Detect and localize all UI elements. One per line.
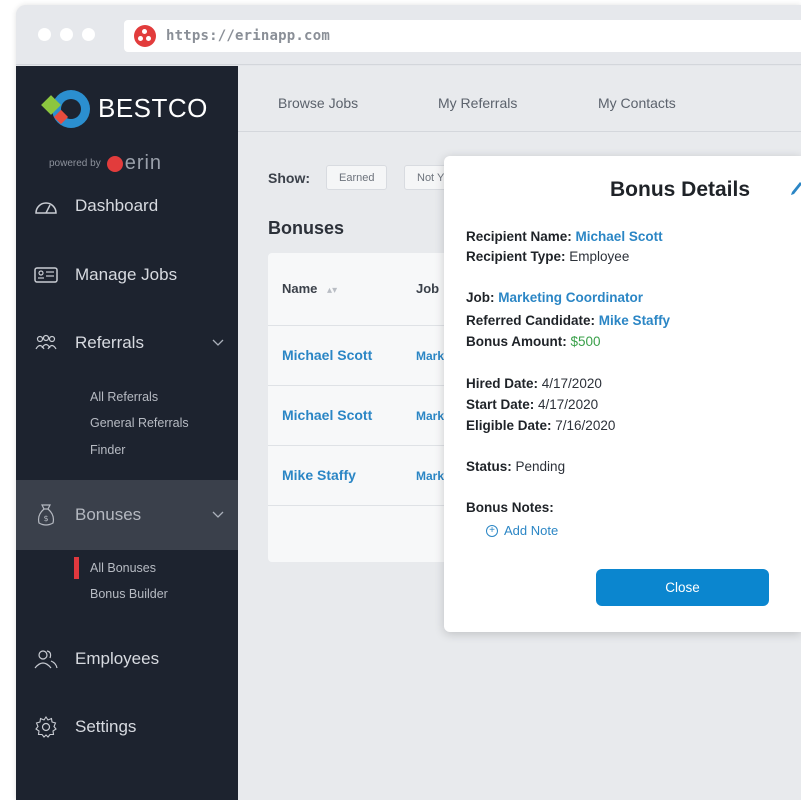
sidebar: BESTCO powered by erin Dashboard Manage … — [16, 66, 238, 800]
hired-date-value: 4/17/2020 — [541, 376, 602, 391]
filter-chip-earned[interactable]: Earned — [326, 165, 388, 190]
tab-browse-jobs[interactable]: Browse Jobs — [278, 95, 358, 111]
bonus-amount-field: Bonus Amount: $500 — [466, 334, 601, 349]
status-field: Status: Pending — [466, 459, 565, 474]
cell-job[interactable]: Mark — [416, 469, 444, 483]
plus-circle-icon: + — [486, 524, 498, 537]
erin-wordmark: erin — [124, 152, 163, 174]
sidebar-subitem-all-bonuses[interactable]: All Bonuses — [90, 561, 156, 575]
gear-icon — [33, 716, 59, 738]
field-label: Status: — [466, 459, 512, 474]
recipient-type-value: Employee — [569, 249, 630, 264]
recipient-type-field: Recipient Type: Employee — [466, 249, 629, 264]
money-bag-icon: $ — [33, 504, 59, 526]
brand-logo[interactable]: BESTCO — [41, 86, 208, 130]
address-bar[interactable]: https://erinapp.com — [124, 20, 801, 52]
pencil-edit-icon[interactable] — [790, 178, 801, 196]
referred-candidate-field: Referred Candidate: Mike Staffy — [466, 313, 670, 328]
chevron-down-icon[interactable] — [212, 334, 224, 350]
cell-job[interactable]: Mark — [416, 349, 444, 363]
sidebar-item-manage-jobs[interactable]: Manage Jobs — [16, 250, 238, 300]
people-group-icon — [33, 332, 59, 354]
window-controls — [38, 28, 95, 41]
eligible-date-value: 7/16/2020 — [555, 418, 616, 433]
field-label: Start Date: — [466, 397, 535, 412]
field-label: Hired Date: — [466, 376, 539, 391]
cell-recipient-name[interactable]: Michael Scott — [282, 407, 372, 423]
bonus-notes-field: Bonus Notes: — [466, 500, 554, 515]
url-text: https://erinapp.com — [166, 28, 330, 44]
erin-favicon-icon — [134, 25, 156, 47]
column-header-name[interactable]: Name ▴▾ — [282, 281, 337, 296]
eligible-date-field: Eligible Date: 7/16/2020 — [466, 418, 615, 433]
modal-title: Bonus Details — [610, 178, 751, 201]
sidebar-subitem-general-referrals[interactable]: General Referrals — [90, 416, 189, 430]
filter-label: Show: — [268, 170, 310, 186]
recipient-name-field: Recipient Name: Michael Scott — [466, 229, 663, 244]
sidebar-subitem-finder[interactable]: Finder — [90, 443, 125, 457]
column-header-job[interactable]: Job — [416, 281, 439, 296]
chevron-down-icon[interactable] — [212, 506, 224, 522]
browser-toolbar: https://erinapp.com — [16, 5, 801, 65]
dashboard-gauge-icon — [33, 195, 59, 217]
recipient-name-link[interactable]: Michael Scott — [576, 229, 663, 244]
field-label: Referred Candidate: — [466, 313, 596, 328]
sidebar-item-label: Manage Jobs — [75, 265, 178, 284]
status-value: Pending — [515, 459, 566, 474]
column-header-label: Name — [282, 281, 318, 296]
sidebar-item-label: Settings — [75, 717, 137, 736]
sidebar-item-employees[interactable]: Employees — [16, 634, 238, 684]
window-maximize-dot[interactable] — [82, 28, 95, 41]
page-title: Bonuses — [268, 218, 345, 238]
active-item-marker — [74, 557, 79, 579]
sidebar-subitem-all-referrals[interactable]: All Referrals — [90, 390, 158, 404]
field-label: Recipient Name: — [466, 229, 572, 244]
sidebar-item-label: Employees — [75, 649, 160, 668]
sidebar-subitem-bonus-builder[interactable]: Bonus Builder — [90, 587, 168, 601]
start-date-field: Start Date: 4/17/2020 — [466, 397, 598, 412]
field-label: Bonus Notes: — [466, 500, 554, 515]
window-minimize-dot[interactable] — [60, 28, 73, 41]
bonus-amount-value: $500 — [570, 334, 601, 349]
sort-icon[interactable]: ▴▾ — [327, 285, 337, 296]
job-link[interactable]: Marketing Coordinator — [498, 290, 643, 305]
sidebar-item-bonuses[interactable]: $ Bonuses — [16, 480, 238, 550]
users-icon — [33, 648, 59, 670]
job-field: Job: Marketing Coordinator — [466, 290, 643, 305]
add-note-label: Add Note — [504, 523, 559, 538]
cell-recipient-name[interactable]: Mike Staffy — [282, 467, 356, 483]
close-button[interactable]: Close — [596, 569, 769, 606]
field-label: Job: — [466, 290, 495, 305]
powered-by-erin: powered by erin — [49, 152, 162, 175]
sidebar-item-label: Referrals — [75, 333, 144, 352]
hired-date-field: Hired Date: 4/17/2020 — [466, 376, 602, 391]
id-card-icon — [33, 264, 59, 286]
powered-by-label: powered by — [49, 158, 101, 169]
field-label: Recipient Type: — [466, 249, 566, 264]
tab-my-contacts[interactable]: My Contacts — [598, 95, 676, 111]
field-label: Bonus Amount: — [466, 334, 567, 349]
cell-job[interactable]: Mark — [416, 409, 444, 423]
add-note-link[interactable]: + Add Note — [486, 523, 558, 538]
field-label: Eligible Date: — [466, 418, 552, 433]
sidebar-item-referrals[interactable]: Referrals — [16, 318, 238, 368]
top-navigation: Browse Jobs My Referrals My Contacts — [238, 66, 801, 132]
svg-text:$: $ — [43, 514, 48, 523]
sidebar-item-label: Dashboard — [75, 196, 159, 215]
brand-name: BESTCO — [98, 92, 208, 123]
tab-my-referrals[interactable]: My Referrals — [438, 95, 517, 111]
bonus-details-modal: Bonus Details Recipient Name: Michael Sc… — [444, 156, 801, 632]
start-date-value: 4/17/2020 — [538, 397, 599, 412]
candidate-link[interactable]: Mike Staffy — [599, 313, 670, 328]
cell-recipient-name[interactable]: Michael Scott — [282, 347, 372, 363]
sidebar-item-settings[interactable]: Settings — [16, 702, 238, 752]
sidebar-item-dashboard[interactable]: Dashboard — [16, 181, 238, 231]
window-close-dot[interactable] — [38, 28, 51, 41]
erin-logo-icon — [106, 155, 123, 172]
sidebar-item-label: Bonuses — [75, 505, 142, 524]
bestco-logo-icon — [41, 86, 92, 130]
